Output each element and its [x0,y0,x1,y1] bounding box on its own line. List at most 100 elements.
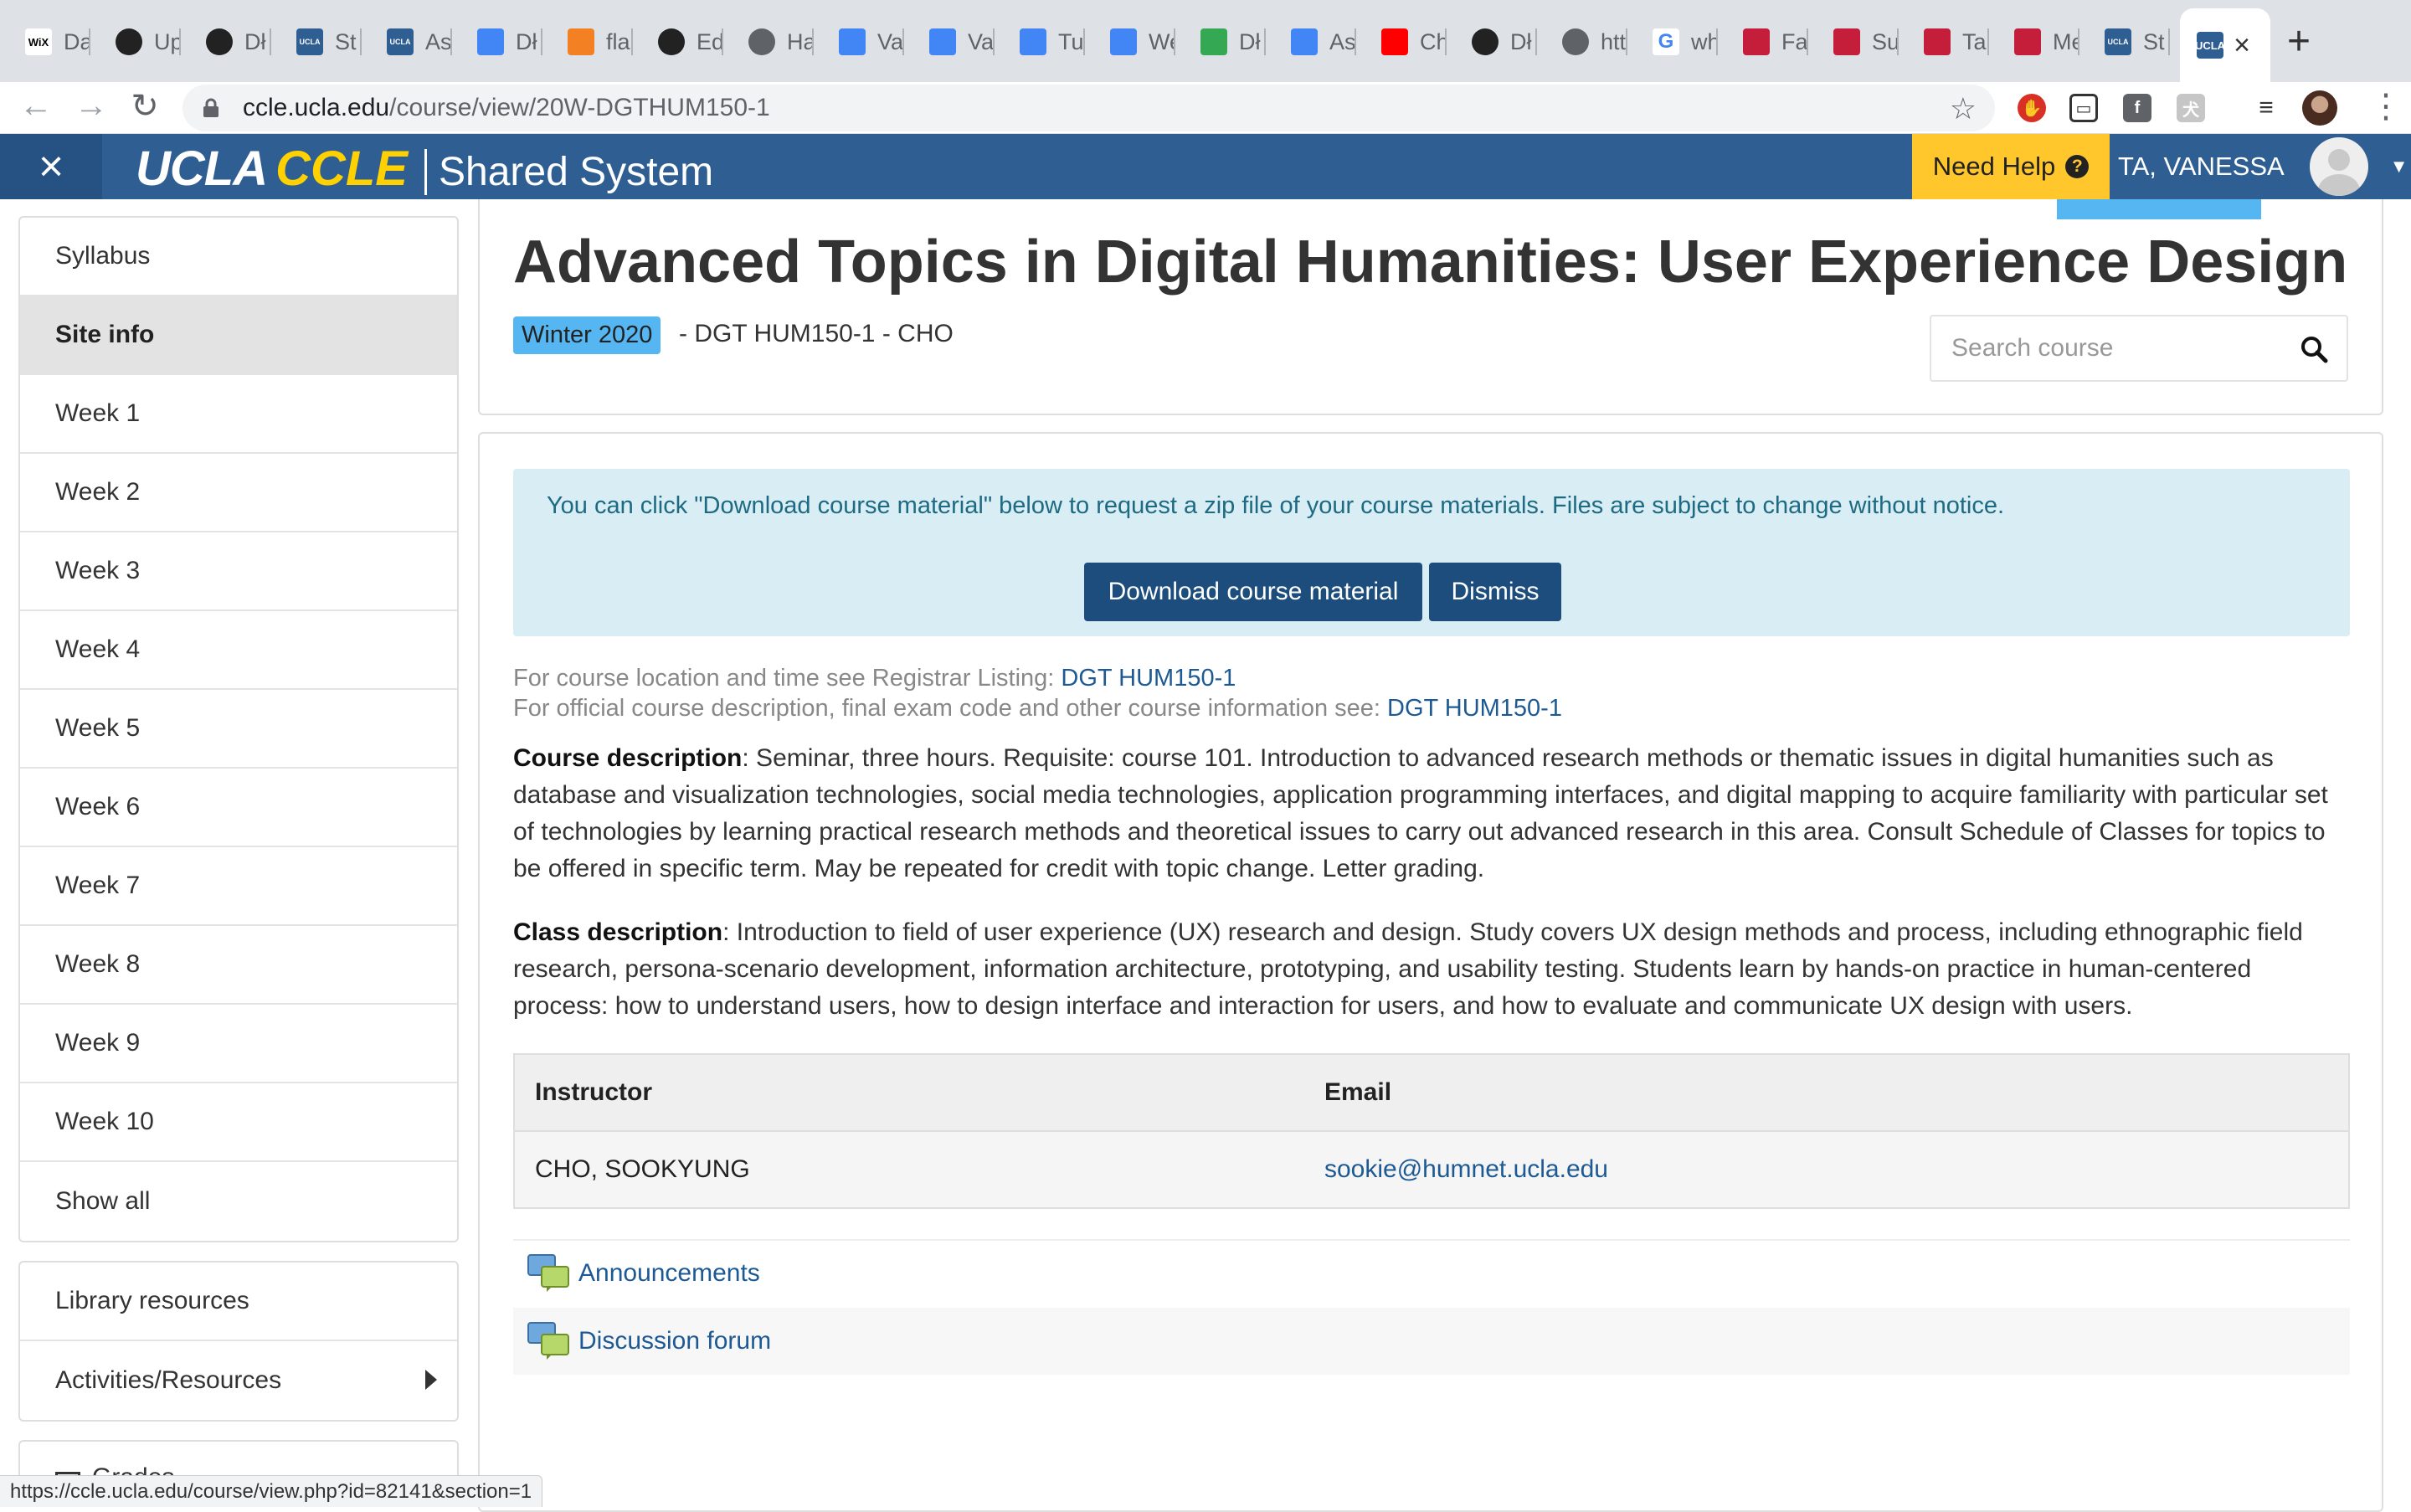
tab-title: As [1329,28,1356,54]
instructor-email-cell: sookie@humnet.ucla.edu [1304,1131,2349,1208]
sidebar-item-site-info[interactable]: Site info [20,296,457,375]
tab-title: Dł [244,28,266,54]
search-input[interactable] [1951,334,2286,363]
browser-tab[interactable]: htt [1537,13,1627,70]
browser-tab[interactable]: Fa [1718,13,1808,70]
sidebar-item-week-4[interactable]: Week 4 [20,611,457,690]
official-description-link[interactable]: DGT HUM150-1 [1387,695,1562,722]
browser-tab[interactable]: Gwh [1627,13,1718,70]
tab-title: Up [154,28,181,54]
tab-title: Me [2053,28,2079,54]
nav-item-label: Library resources [55,1287,249,1314]
download-notice: You can click "Download course material"… [513,469,2350,636]
new-tab-button[interactable]: + [2287,18,2311,64]
registrar-official-text: For official course description, final e… [513,695,1387,722]
browser-tab[interactable]: Up [90,13,181,70]
sidebar-item-week-1[interactable]: Week 1 [20,375,457,454]
tab-title: Dł [1510,28,1532,54]
activity-discussion-forum[interactable]: Discussion forum [513,1308,2350,1375]
browser-tab[interactable]: We [1085,13,1175,70]
browser-tab[interactable]: fla [542,13,633,70]
lock-icon [203,98,219,118]
sidebar-item-week-10[interactable]: Week 10 [20,1083,457,1162]
site-header: × UCLA CCLE Shared System Need Help ? TA… [0,134,2411,199]
ucla-icon: UCLA [2195,32,2225,59]
docs-icon [1110,28,1137,55]
tab-active-ucla[interactable]: UCLA × [2180,8,2270,82]
nav-item-label: Activities/Resources [55,1366,282,1394]
sidebar-item-week-3[interactable]: Week 3 [20,532,457,611]
media-queue-icon[interactable]: ≡ [2252,94,2280,122]
download-course-material-button[interactable]: Download course material [1084,563,1422,621]
browser-tab[interactable]: UCLA St [2079,13,2170,70]
sidebar-item-week-5[interactable]: Week 5 [20,690,457,769]
forward-button[interactable]: → [70,87,112,125]
sidebar-item-week-7[interactable]: Week 7 [20,847,457,926]
question-icon: ? [2065,155,2090,178]
tab-title: Ta [1962,28,1987,54]
browser-tab[interactable]: As [1266,13,1356,70]
instructor-email-link[interactable]: sookie@humnet.ucla.edu [1324,1155,1608,1183]
site-info-section: You can click "Download course material"… [478,432,2383,1512]
page-title: Advanced Topics in Digital Humanities: U… [513,229,2348,296]
address-bar[interactable]: ccle.ucla.edu/course/view/20W-DGTHUM150-… [182,85,1995,131]
browser-menu-icon[interactable]: ⋮ [2369,87,2403,126]
browser-tab[interactable]: Tu [995,13,1085,70]
activity-announcements[interactable]: Announcements [513,1239,2350,1306]
browser-tab[interactable]: UCLA St [271,13,362,70]
close-drawer-button[interactable]: × [0,134,102,199]
browser-tab[interactable]: Dł [1447,13,1537,70]
browser-tab[interactable]: Va [814,13,904,70]
dismiss-button[interactable]: Dismiss [1429,563,1561,621]
browser-tab[interactable]: Va [904,13,995,70]
browser-tab[interactable]: Dł [1175,13,1266,70]
course-description: Course description: Seminar, three hours… [513,740,2350,887]
browser-tab[interactable]: Ed [633,13,723,70]
browser-tab[interactable]: WiX Da [0,13,90,70]
browser-tab[interactable]: Dł [181,13,271,70]
facebook-icon[interactable]: f [2123,94,2151,122]
docs-icon [1291,28,1318,55]
hyperlink-icon [1924,28,1951,55]
column-header-instructor: Instructor [514,1054,1304,1132]
registrar-listing-link[interactable]: DGT HUM150-1 [1061,665,1236,692]
logo-ucla: UCLA [136,141,268,196]
browser-tab[interactable]: Ch [1356,13,1447,70]
browser-tab[interactable]: Me [1989,13,2079,70]
tab-title: St [2143,28,2165,54]
tab-title: Dł [1239,28,1261,54]
user-menu[interactable]: TA, VANESSA ▼ [2118,134,2408,199]
need-help-button[interactable]: Need Help ? [1912,134,2110,199]
bookmark-star-icon[interactable]: ☆ [1950,91,1977,126]
sidebar-item-library-resources[interactable]: Library resources [20,1263,457,1341]
sidebar-item-week-6[interactable]: Week 6 [20,769,457,847]
back-button[interactable]: ← [15,87,57,125]
browser-tab[interactable]: Su [1808,13,1899,70]
hyperlink-icon [2014,28,2041,55]
discussion-forum-link[interactable]: Discussion forum [578,1327,771,1355]
sidebar-item-syllabus[interactable]: Syllabus [20,218,457,296]
turn-editing-button[interactable] [2057,199,2261,219]
profile-avatar[interactable] [2302,90,2337,126]
reload-button[interactable]: ↻ [124,87,166,126]
sidebar-item-week-2[interactable]: Week 2 [20,454,457,532]
search-icon[interactable] [2300,335,2328,363]
sidebar-item-activities-resources[interactable]: Activities/Resources [20,1341,457,1420]
announcements-link[interactable]: Announcements [578,1259,760,1288]
browser-tab[interactable]: UCLA As [362,13,452,70]
extension-icon[interactable]: 犬 [2177,94,2205,122]
sidebar-item-week-9[interactable]: Week 9 [20,1005,457,1083]
sidebar-item-week-8[interactable]: Week 8 [20,926,457,1005]
screen-cast-icon[interactable]: ▭ [2069,94,2098,122]
close-icon[interactable]: × [2234,29,2250,62]
adblock-icon[interactable]: ✋ [2018,94,2046,122]
course-search [1930,315,2348,382]
table-row: CHO, SOOKYUNG sookie@humnet.ucla.edu [514,1131,2349,1208]
sidebar-item-show-all[interactable]: Show all [20,1162,457,1241]
tab-title: fla [606,28,630,54]
wix-icon: WiX [25,28,52,55]
browser-tab[interactable]: Ta [1899,13,1989,70]
browser-tab[interactable]: Dł [452,13,542,70]
browser-tab[interactable]: Ha [723,13,814,70]
site-logo[interactable]: UCLA CCLE Shared System [136,141,713,197]
